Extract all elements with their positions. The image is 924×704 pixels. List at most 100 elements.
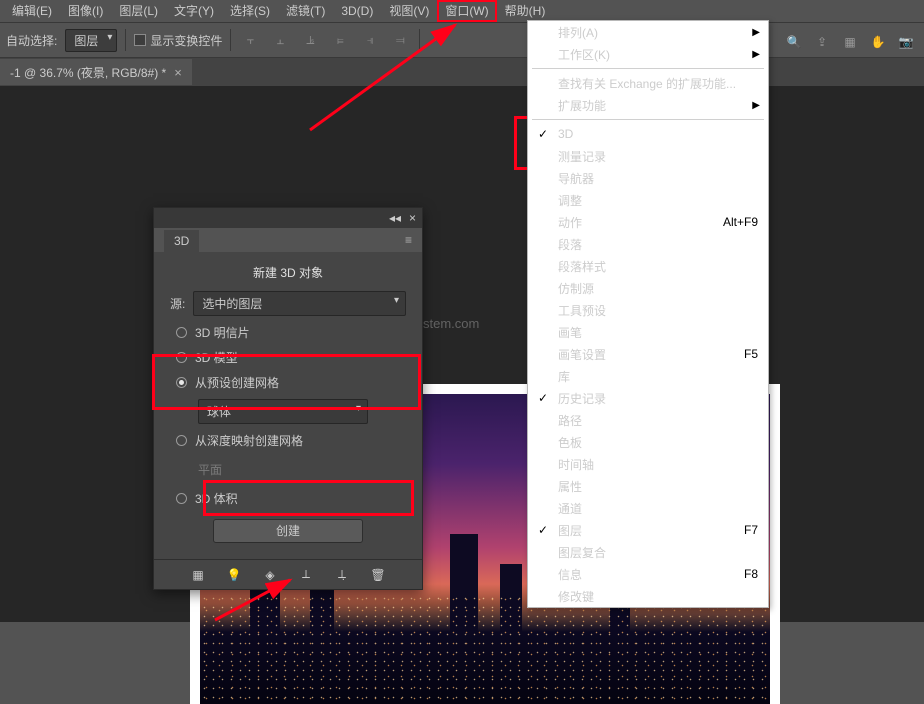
radio-3d-postcard[interactable]: 3D 明信片 [176,324,406,341]
menu-item-label: 段落样式 [558,258,606,275]
radio-label: 3D 模型 [195,349,238,366]
menu-item-label: 3D [558,127,573,141]
menu-item[interactable]: 画笔 [528,321,768,343]
menu-item[interactable]: 扩展功能▶ [528,94,768,116]
menu-item-label: 仿制源 [558,280,594,297]
light-icon[interactable]: 💡 [226,567,242,583]
source-dropdown[interactable]: 选中的图层 [193,291,406,316]
panel-footer: ▦ 💡 ◈ ⟂ ⟂̣ 🗑 [154,559,422,589]
hand-icon[interactable]: ✋ [868,32,888,52]
depth-mesh-value: 平面 [198,457,406,482]
share-icon[interactable]: ⇪ [812,32,832,52]
grid-icon[interactable]: ▦ [840,32,860,52]
menu-item-label: 修改键 [558,588,594,605]
menu-item-label: 历史记录 [558,390,606,407]
menu-separator [532,119,764,120]
radio-icon [176,327,187,338]
menu-item[interactable]: 修改键 [528,585,768,607]
distribute-icon[interactable]: ⋯ [428,29,450,51]
menu-item[interactable]: 工作区(K)▶ [528,43,768,65]
menu-item[interactable]: 库 [528,365,768,387]
menu-window[interactable]: 窗口(W) [437,0,496,22]
radio-depth-mesh[interactable]: 从深度映射创建网格 [176,432,406,449]
camera-icon[interactable]: ⟂̣ [334,567,350,583]
radio-label: 从深度映射创建网格 [195,432,303,449]
submenu-arrow-icon: ▶ [752,100,760,111]
search-icon[interactable]: 🔍 [784,32,804,52]
menubar: 编辑(E) 图像(I) 图层(L) 文字(Y) 选择(S) 滤镜(T) 3D(D… [0,0,924,22]
menu-item[interactable]: 段落 [528,233,768,255]
menu-image[interactable]: 图像(I) [60,0,111,22]
menu-item[interactable]: 导航器 [528,167,768,189]
menu-item[interactable]: 信息F8 [528,563,768,585]
menu-item[interactable]: 3D [528,123,768,145]
menu-filter[interactable]: 滤镜(T) [278,0,333,22]
menu-3d[interactable]: 3D(D) [333,0,381,22]
close-icon[interactable]: × [174,65,182,80]
menu-item[interactable]: 画笔设置F5 [528,343,768,365]
panel-tab-3d[interactable]: 3D [164,230,199,252]
menu-item[interactable]: 查找有关 Exchange 的扩展功能... [528,72,768,94]
radio-label: 3D 明信片 [195,324,250,341]
separator [419,29,420,51]
menu-edit[interactable]: 编辑(E) [4,0,60,22]
align-center-v-icon[interactable]: ⫣ [359,29,381,51]
menu-item-label: 属性 [558,478,582,495]
menu-item[interactable]: 动作Alt+F9 [528,211,768,233]
align-bottom-icon[interactable]: ⫤ [389,29,411,51]
panel-collapse-icon[interactable]: ◂◂ [389,211,401,225]
menu-item-label: 段落 [558,236,582,253]
document-tab[interactable]: -1 @ 36.7% (夜景, RGB/8#) * × [0,59,192,85]
menu-type[interactable]: 文字(Y) [166,0,222,22]
align-left-icon[interactable]: ⫟ [239,29,261,51]
preset-mesh-dropdown[interactable]: 球体 [198,399,368,424]
checkbox-icon [134,34,146,46]
align-top-icon[interactable]: ⫢ [329,29,351,51]
menu-item[interactable]: 历史记录 [528,387,768,409]
scene-icon[interactable]: ▦ [190,567,206,583]
menu-layer[interactable]: 图层(L) [111,0,166,22]
trash-icon[interactable]: 🗑 [370,567,386,583]
workspace [0,86,924,622]
menu-item-label: 时间轴 [558,456,594,473]
panel-close-icon[interactable]: × [409,211,416,225]
menu-item[interactable]: 色板 [528,431,768,453]
menu-item[interactable]: 段落样式 [528,255,768,277]
menu-select[interactable]: 选择(S) [222,0,278,22]
panel-body: 新建 3D 对象 源: 选中的图层 3D 明信片 3D 模型 从预设创建网格 球… [154,252,422,559]
radio-3d-model[interactable]: 3D 模型 [176,349,406,366]
menu-item[interactable]: 通道 [528,497,768,519]
radio-3d-volume[interactable]: 3D 体积 [176,490,406,507]
menu-item-label: 导航器 [558,170,594,187]
menu-item[interactable]: 调整 [528,189,768,211]
mesh-icon[interactable]: ⟂ [298,567,314,583]
panel-title: 新建 3D 对象 [170,264,406,281]
auto-select-dropdown[interactable]: 图层 [65,29,117,52]
radio-preset-mesh[interactable]: 从预设创建网格 [176,374,406,391]
camera-icon[interactable]: 📷 [896,32,916,52]
menu-item[interactable]: 属性 [528,475,768,497]
menu-item[interactable]: 测量记录 [528,145,768,167]
menu-item[interactable]: 工具预设 [528,299,768,321]
menu-view[interactable]: 视图(V) [381,0,437,22]
show-transform-label: 显示变换控件 [150,32,222,49]
menu-item[interactable]: 图层复合 [528,541,768,563]
material-icon[interactable]: ◈ [262,567,278,583]
panel-menu-icon[interactable]: ≡ [405,233,412,247]
menu-item-label: 库 [558,368,570,385]
submenu-arrow-icon: ▶ [752,27,760,38]
menu-item-label: 测量记录 [558,148,606,165]
create-button[interactable]: 创建 [213,519,363,543]
menu-item-label: 调整 [558,192,582,209]
menu-item[interactable]: 排列(A) ▶ [528,21,768,43]
show-transform-checkbox[interactable]: 显示变换控件 [134,32,222,49]
menu-item[interactable]: 仿制源 [528,277,768,299]
menu-item[interactable]: 图层F7 [528,519,768,541]
menu-item[interactable]: 路径 [528,409,768,431]
menu-item-label: 排列(A) [558,24,598,41]
align-center-h-icon[interactable]: ⫠ [269,29,291,51]
align-right-icon[interactable]: ⫡ [299,29,321,51]
submenu-arrow-icon: ▶ [752,49,760,60]
menu-help[interactable]: 帮助(H) [497,0,554,22]
menu-item[interactable]: 时间轴 [528,453,768,475]
